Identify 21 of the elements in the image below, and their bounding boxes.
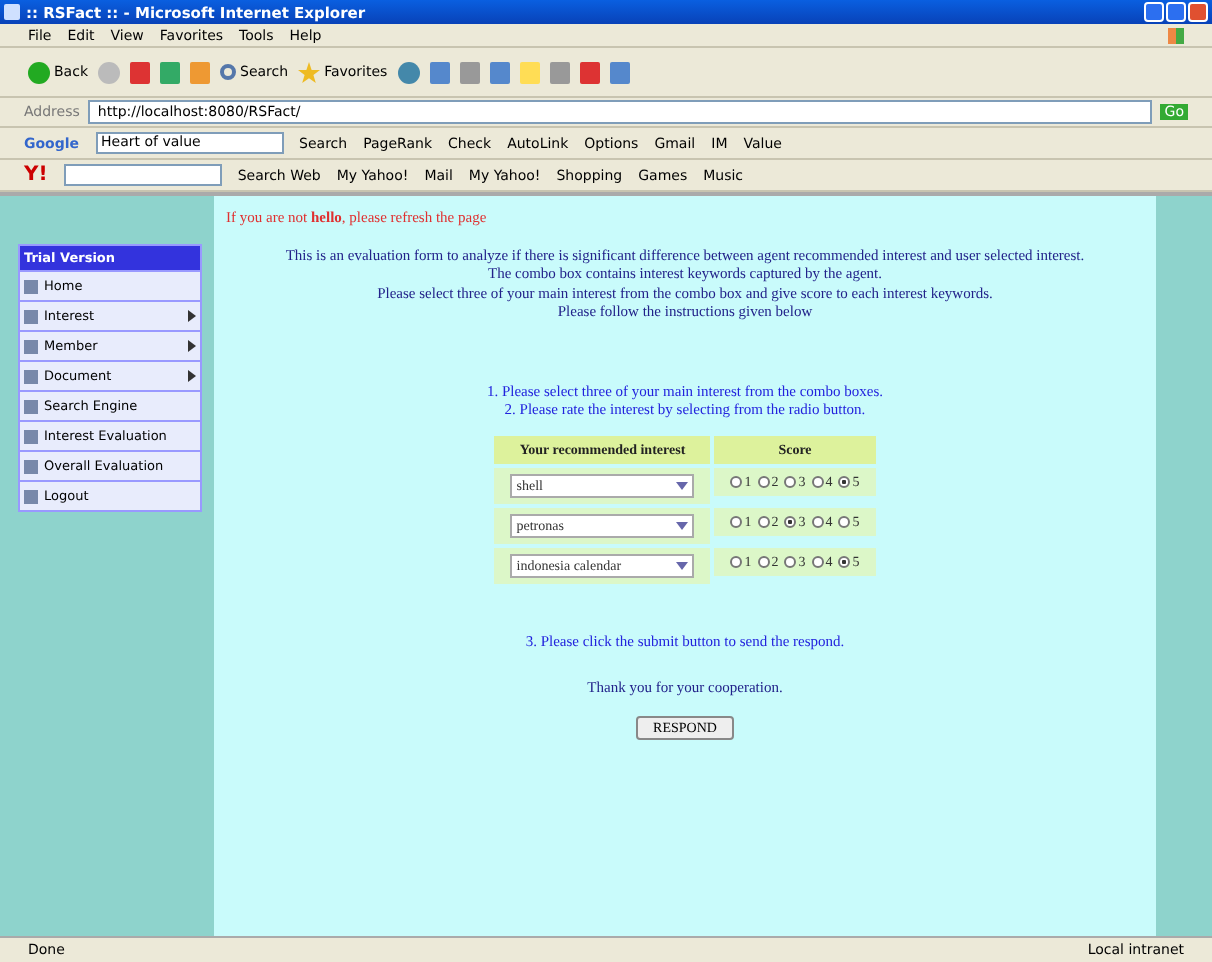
dropdown-arrow-icon[interactable] xyxy=(676,482,689,490)
dropdown-arrow-icon[interactable] xyxy=(676,562,689,570)
menu-item-icon xyxy=(24,279,38,293)
maximize-button[interactable] xyxy=(1166,2,1186,22)
star-icon xyxy=(298,61,321,83)
menu-item-icon xyxy=(24,489,38,503)
menu-item-icon xyxy=(24,369,38,383)
yahoo-logo: Y! xyxy=(24,164,48,186)
submenu-arrow-icon xyxy=(188,370,196,382)
close-button[interactable] xyxy=(1188,2,1208,22)
dropdown-arrow-icon[interactable] xyxy=(676,522,689,530)
menu-item-icon xyxy=(24,459,38,473)
minimize-button[interactable] xyxy=(1144,2,1164,22)
menu-item-icon xyxy=(24,339,38,353)
menu-item-icon xyxy=(24,429,38,443)
menu-item-icon xyxy=(24,399,38,413)
yahoo-search-field[interactable] xyxy=(63,164,222,186)
menu-item-icon xyxy=(24,309,38,323)
submenu-arrow-icon xyxy=(188,340,196,352)
page-icon xyxy=(4,4,20,20)
submenu-arrow-icon xyxy=(188,310,196,322)
